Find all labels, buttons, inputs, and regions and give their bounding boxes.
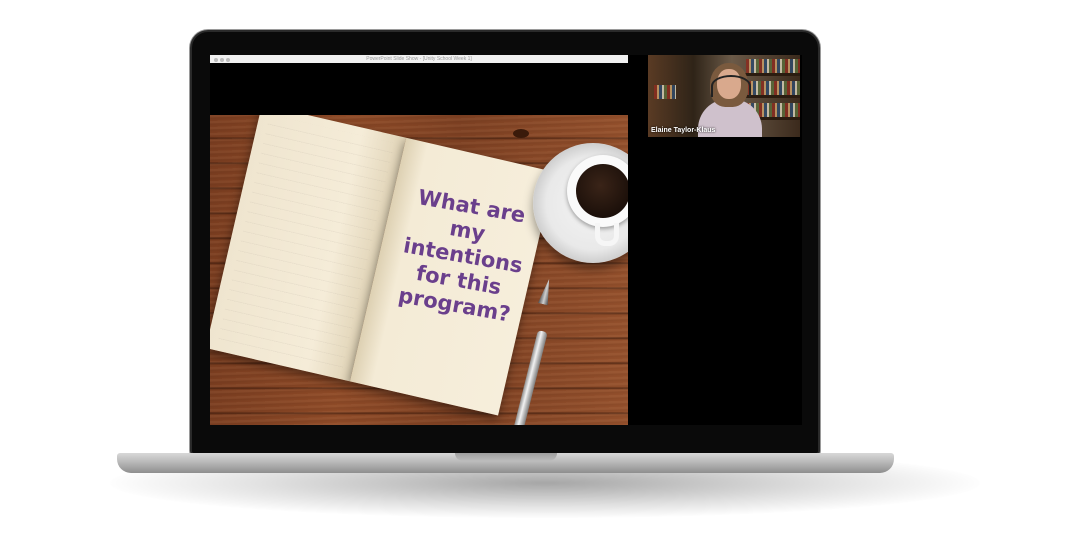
slideshow-titlebar: PowerPoint Slide Show - [Unity School We…	[210, 55, 628, 63]
headset	[711, 75, 751, 97]
slide-handwritten-text: What are my intentions for this program?	[383, 182, 543, 329]
participant-name: Elaine Taylor-Klaus	[651, 127, 716, 134]
cup-handle	[595, 223, 619, 246]
window-title: PowerPoint Slide Show - [Unity School We…	[366, 56, 472, 62]
wood-knot	[513, 129, 529, 138]
coffee	[576, 164, 628, 218]
window-controls[interactable]	[214, 57, 232, 63]
participant-video[interactable]: Elaine Taylor-Klaus	[648, 55, 800, 137]
laptop-notch	[455, 453, 557, 461]
laptop-screen: PowerPoint Slide Show - [Unity School We…	[210, 55, 802, 425]
presentation-slide: What are my intentions for this program?	[210, 115, 628, 425]
